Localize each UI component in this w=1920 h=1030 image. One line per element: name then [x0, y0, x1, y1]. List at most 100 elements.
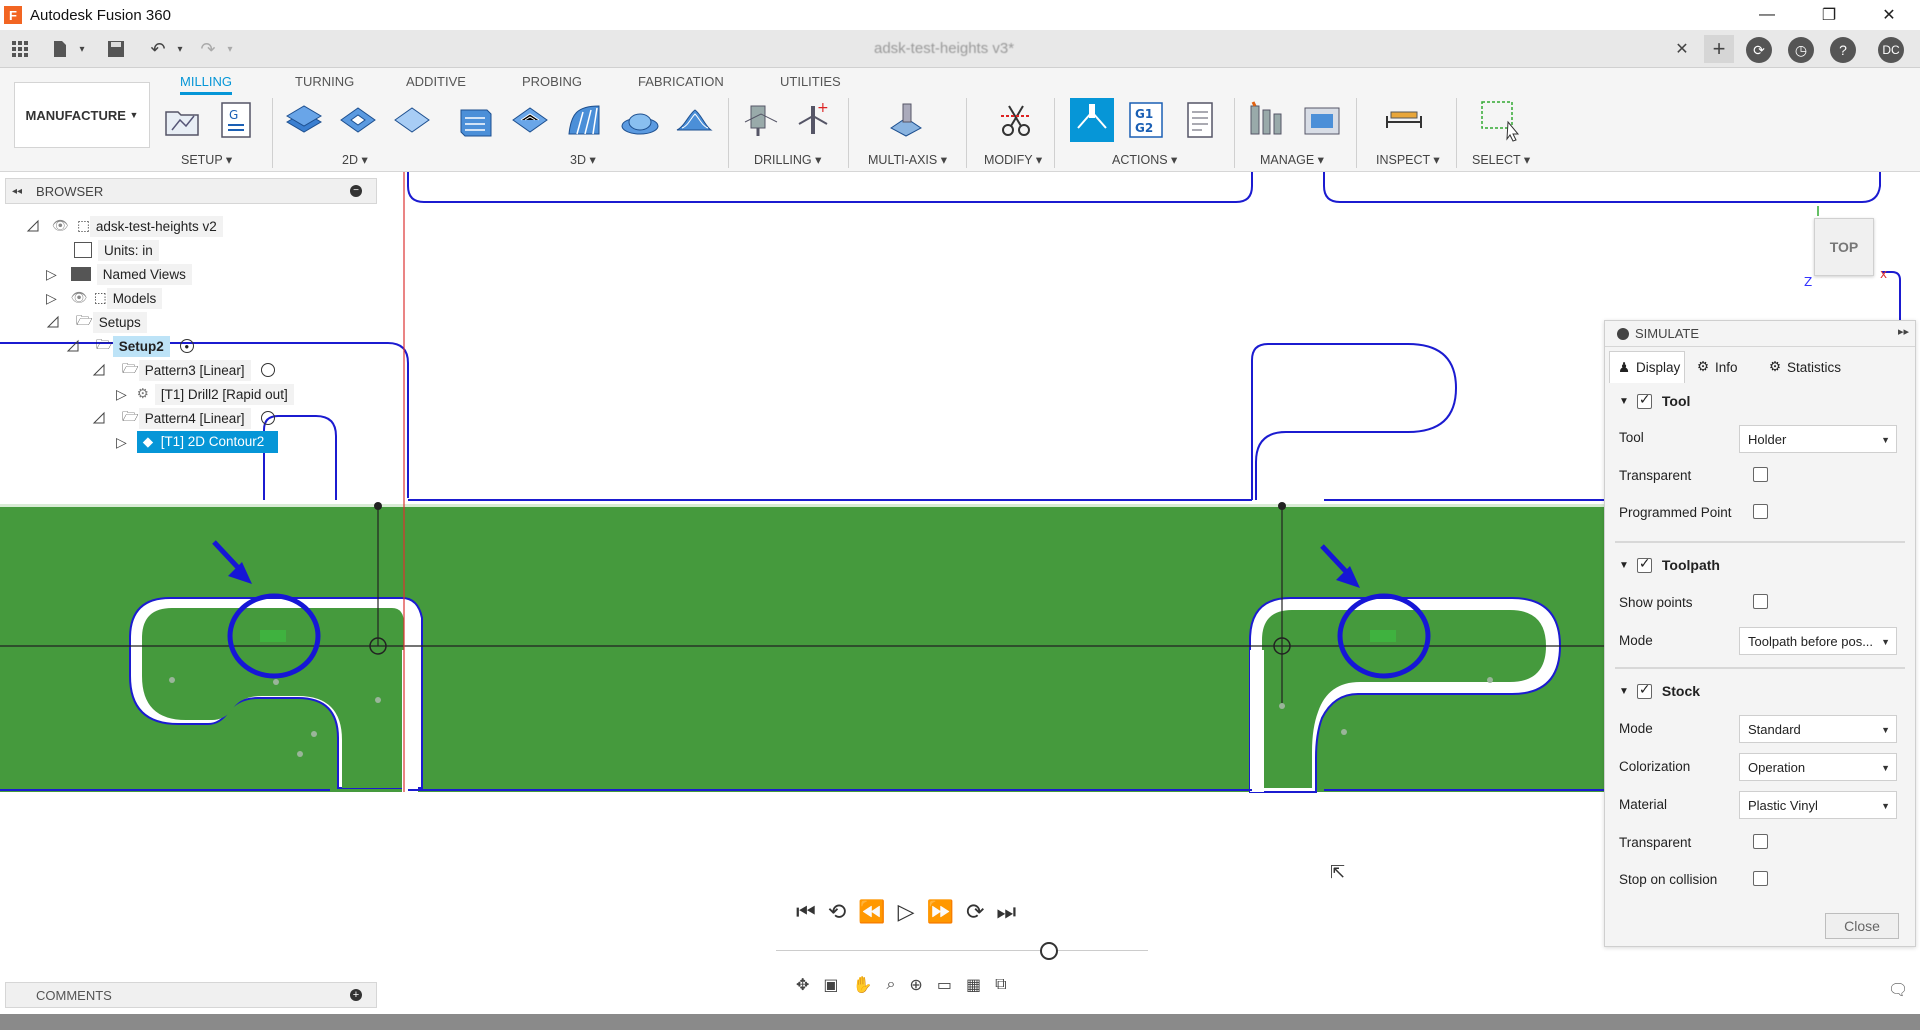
expand-panel-icon[interactable]: ▸▸	[1898, 325, 1909, 338]
notifications-icon[interactable]: ◷	[1788, 37, 1814, 63]
app-grid-icon[interactable]	[8, 37, 32, 61]
browser-node-units[interactable]: Units: in	[74, 238, 159, 262]
scallop-icon[interactable]	[672, 98, 716, 142]
zoom-icon[interactable]: ⌕	[886, 976, 895, 994]
activate-icon[interactable]	[260, 411, 275, 425]
expanded-triangle-icon[interactable]	[26, 219, 40, 233]
browser-node-pattern3[interactable]: 🗁 Pattern3 [Linear]	[92, 358, 275, 382]
colorization-select[interactable]: Operation ▼	[1739, 753, 1897, 781]
modify-scissors-icon[interactable]	[994, 98, 1038, 142]
collapsed-triangle-icon[interactable]: ▷	[46, 266, 57, 283]
manage-group[interactable]: MANAGE ▾	[1260, 152, 1324, 167]
close-window-icon[interactable]: ✕	[1866, 0, 1912, 30]
active-setup-icon[interactable]: ●	[179, 339, 194, 353]
text-commands-icon[interactable]: 🗨	[1888, 980, 1908, 1000]
go-to-end-icon[interactable]: ⏭	[996, 899, 1016, 925]
help-icon[interactable]: ?	[1830, 37, 1856, 63]
collapsed-triangle-icon[interactable]: ▷	[46, 290, 57, 307]
toolpath-section-header[interactable]: ▼ Toolpath	[1619, 555, 1720, 574]
multi-axis-icon[interactable]	[884, 98, 928, 142]
actions-group[interactable]: ACTIONS ▾	[1112, 152, 1177, 167]
setup-group[interactable]: SETUP ▾	[181, 152, 232, 167]
select-group[interactable]: SELECT ▾	[1472, 152, 1530, 167]
comments-panel[interactable]: COMMENTS +	[5, 982, 377, 1008]
expanded-triangle-icon[interactable]	[92, 411, 106, 425]
setup-sheet-icon[interactable]	[1178, 98, 1222, 142]
file-icon[interactable]	[48, 37, 72, 61]
display-settings-icon[interactable]: ▭	[937, 975, 952, 995]
show-points-checkbox[interactable]	[1753, 594, 1768, 609]
2d-group[interactable]: 2D ▾	[342, 152, 368, 167]
tab-display[interactable]: ♟ Display	[1609, 351, 1685, 383]
tab-probing[interactable]: PROBING	[522, 74, 582, 89]
tab-additive[interactable]: ADDITIVE	[406, 74, 466, 89]
inspect-group[interactable]: INSPECT ▾	[1376, 152, 1440, 167]
tool-transparent-checkbox[interactable]	[1753, 467, 1768, 482]
drill-icon[interactable]	[740, 98, 784, 142]
toolpath-enabled-checkbox[interactable]	[1636, 555, 1652, 573]
user-avatar[interactable]: DC	[1878, 37, 1904, 63]
tool-library-icon[interactable]	[1246, 98, 1290, 142]
toolpath-mode-select[interactable]: Toolpath before pos... ▼	[1739, 627, 1897, 655]
workspace-switcher[interactable]: MANUFACTURE ▼	[14, 82, 150, 148]
timeline-track[interactable]	[776, 950, 1148, 951]
tab-turning[interactable]: TURNING	[295, 74, 354, 89]
tool-enabled-checkbox[interactable]	[1636, 391, 1652, 409]
stock-section-header[interactable]: ▼ Stock	[1619, 681, 1700, 700]
browser-node-models[interactable]: ▷ 👁 ⬚ Models	[46, 286, 163, 310]
activate-icon[interactable]	[260, 363, 275, 377]
machine-library-icon[interactable]	[1300, 98, 1344, 142]
eye-icon[interactable]: 👁	[52, 218, 69, 234]
window-select-icon[interactable]	[1478, 98, 1522, 142]
collapsed-triangle-icon[interactable]: ▷	[116, 386, 127, 403]
browser-node-named-views[interactable]: ▷ Named Views	[46, 262, 192, 286]
tab-fabrication[interactable]: FABRICATION	[638, 74, 724, 89]
tab-utilities[interactable]: UTILITIES	[780, 74, 841, 89]
go-to-start-icon[interactable]: ⏮	[796, 899, 816, 925]
expanded-triangle-icon[interactable]	[46, 315, 60, 329]
document-tab[interactable]: adsk-test-heights v3*	[874, 40, 1014, 57]
step-forward-icon[interactable]: ⏩	[927, 899, 954, 925]
add-comment-icon[interactable]: +	[350, 989, 362, 1001]
browser-node-setups[interactable]: 🗁 Setups	[46, 310, 147, 334]
step-back-icon[interactable]: ⏪	[858, 899, 885, 925]
play-icon[interactable]: ▷	[898, 899, 915, 925]
viewcube[interactable]: TOP	[1814, 218, 1874, 276]
restore-icon[interactable]: ❐	[1806, 0, 1852, 30]
browser-options-icon[interactable]: −	[350, 185, 362, 197]
material-select[interactable]: Plastic Vinyl ▼	[1739, 791, 1897, 819]
eye-icon[interactable]: 👁	[71, 290, 88, 306]
orbit-icon[interactable]: ✥	[796, 975, 809, 995]
redo-icon[interactable]: ↷	[196, 37, 220, 61]
panel-options-icon[interactable]	[1617, 327, 1629, 340]
timeline-scrubber[interactable]	[1040, 942, 1058, 960]
modify-group[interactable]: MODIFY ▾	[984, 152, 1042, 167]
stock-transparent-checkbox[interactable]	[1753, 834, 1768, 849]
expanded-triangle-icon[interactable]	[92, 363, 106, 377]
measure-icon[interactable]	[1382, 98, 1426, 142]
3d-group[interactable]: 3D ▾	[570, 152, 596, 167]
3d-pocket-icon[interactable]	[508, 98, 552, 142]
3d-adaptive-icon[interactable]	[454, 98, 498, 142]
close-button[interactable]: Close	[1825, 913, 1899, 939]
browser-node-drill2[interactable]: ▷ ⚙ [T1] Drill2 [Rapid out]	[116, 382, 294, 406]
hole-recognition-icon[interactable]: +	[792, 98, 836, 142]
2d-adaptive-icon[interactable]	[282, 98, 326, 142]
undo-icon[interactable]: ↶	[146, 37, 170, 61]
multi-axis-group[interactable]: MULTI-AXIS ▾	[868, 152, 947, 167]
expanded-triangle-icon[interactable]	[66, 339, 80, 353]
grid-settings-icon[interactable]: ▦	[966, 975, 981, 995]
job-status-icon[interactable]: ⟳	[1746, 37, 1772, 63]
browser-node-2d-contour2[interactable]: ▷ ◆ [T1] 2D Contour2	[116, 430, 279, 454]
minimize-icon[interactable]: —	[1744, 0, 1790, 30]
viewports-icon[interactable]: ⧉	[995, 976, 1006, 994]
close-tab-icon[interactable]: ✕	[1670, 37, 1694, 61]
face-icon[interactable]	[390, 98, 434, 142]
stock-mode-select[interactable]: Standard ▼	[1739, 715, 1897, 743]
contour-icon[interactable]	[618, 98, 662, 142]
tab-statistics[interactable]: ⚙ Statistics	[1761, 351, 1871, 383]
tab-milling[interactable]: MILLING	[180, 74, 233, 95]
undo-dropdown-icon[interactable]: ▾	[168, 37, 192, 61]
browser-node-document[interactable]: 👁 ⬚ adsk-test-heights v2	[26, 214, 223, 238]
file-dropdown-icon[interactable]: ▾	[70, 37, 94, 61]
